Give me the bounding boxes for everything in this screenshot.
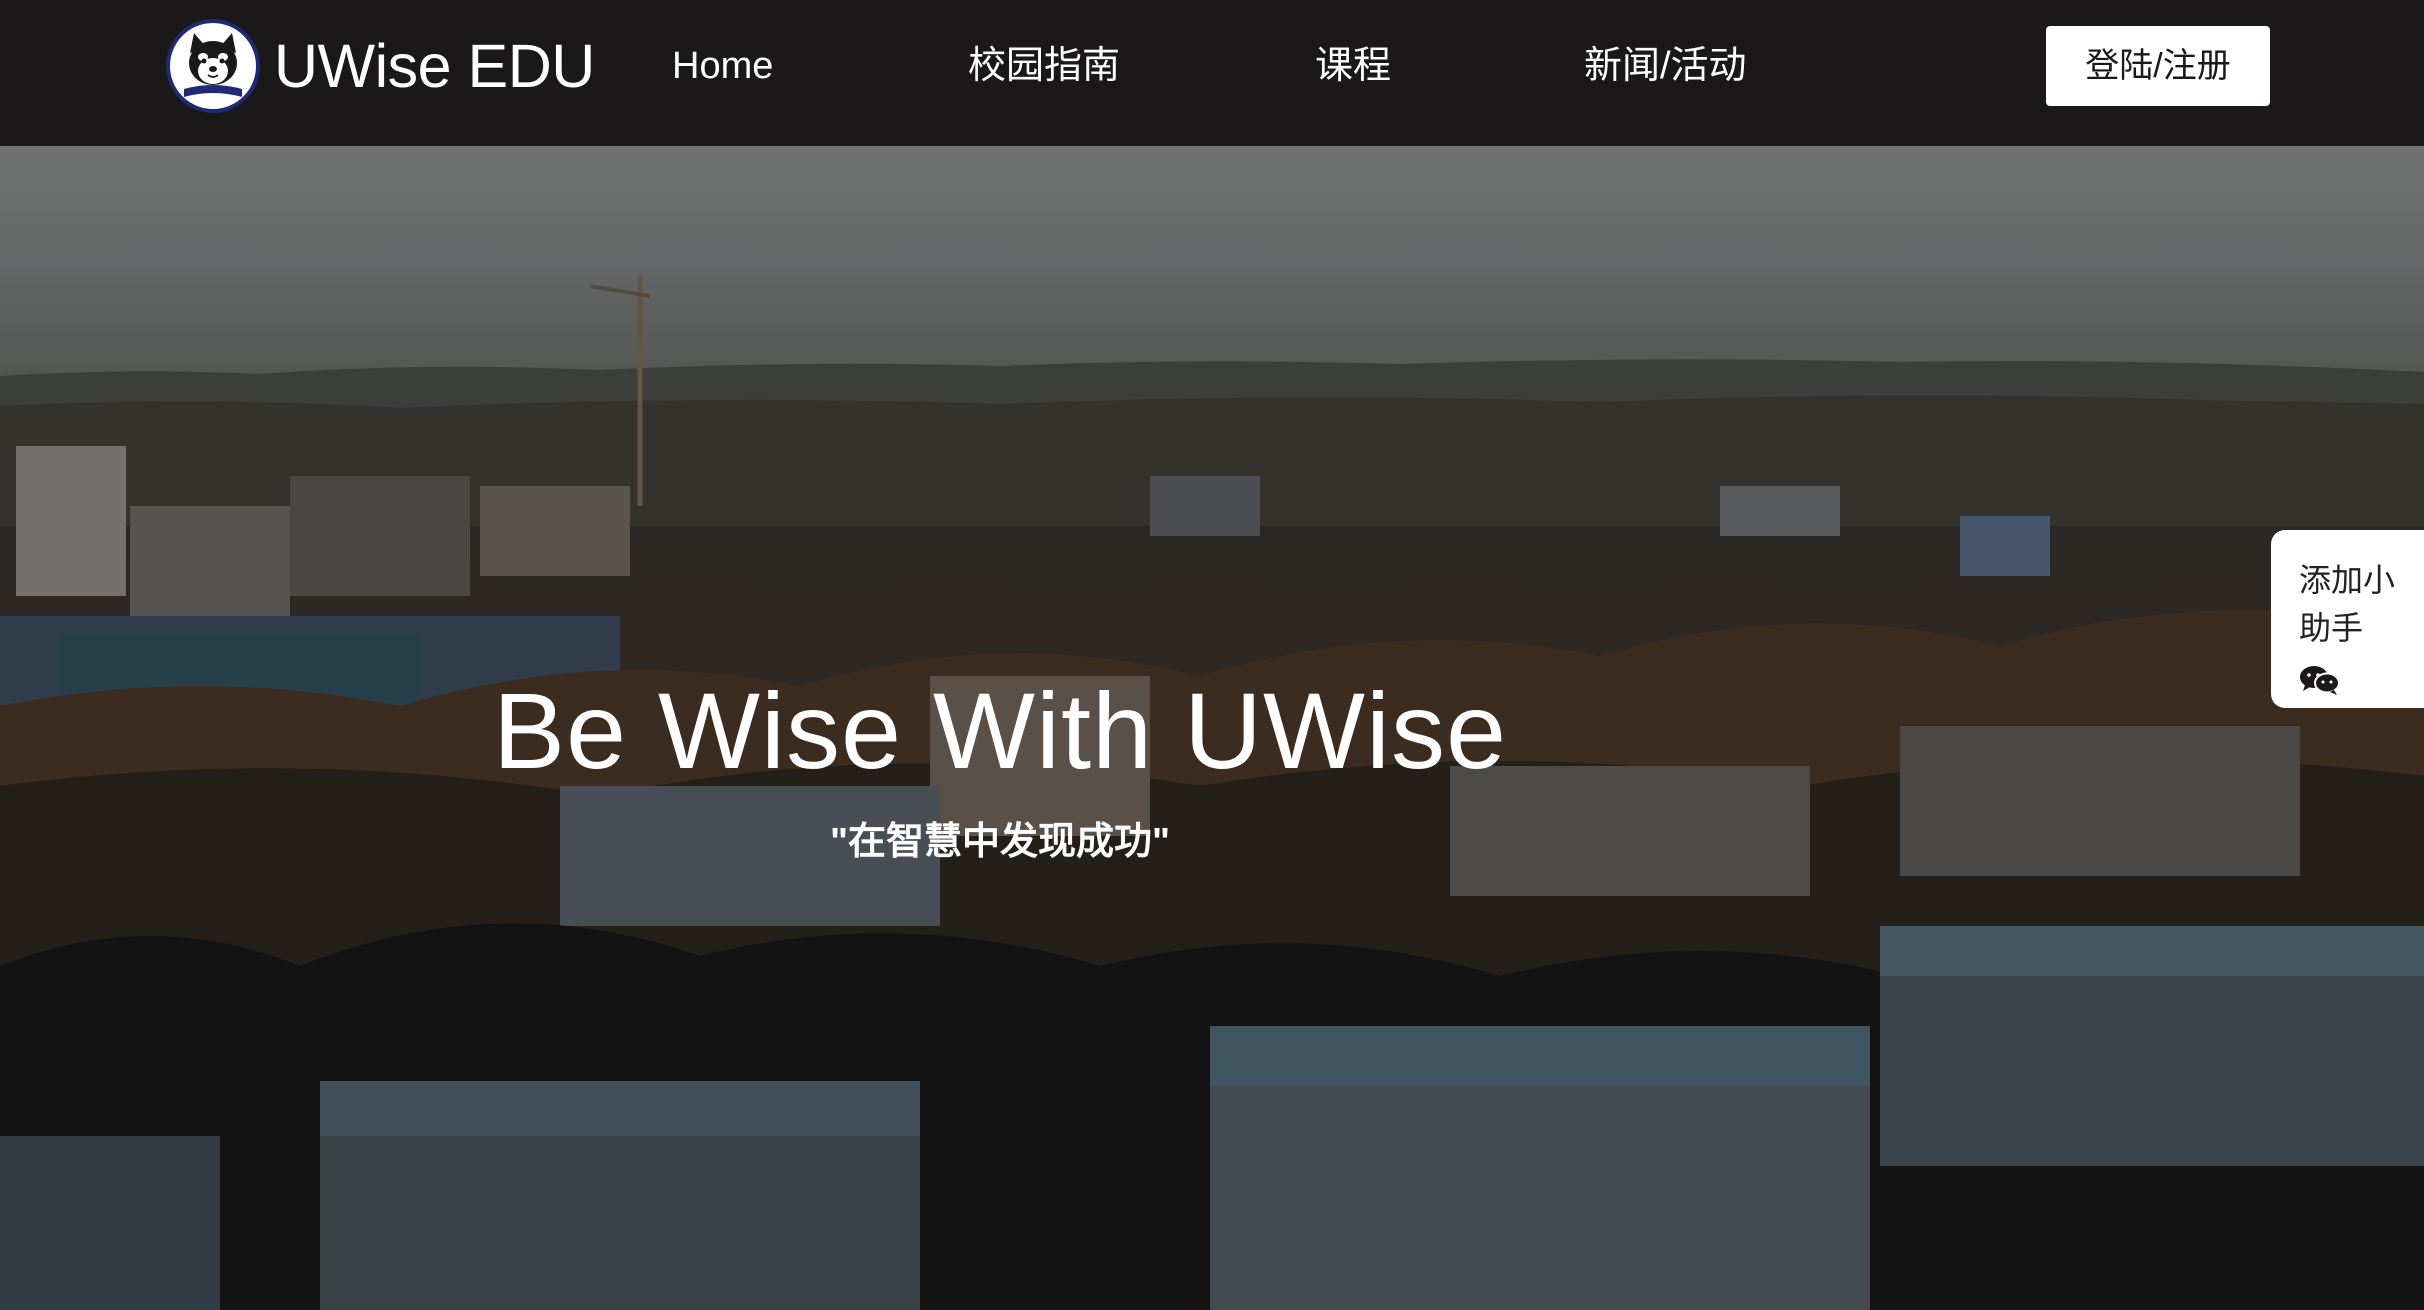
page: UWise EDU Home 校园指南 课程 新闻/活动 登陆/注册 Be Wi… [0, 0, 2424, 1310]
brand[interactable]: UWise EDU [166, 19, 595, 113]
nav-item-campus-guide[interactable]: 校园指南 [968, 38, 1120, 94]
shiba-dog-logo-icon [166, 19, 260, 113]
hero-title: Be Wise With UWise [492, 670, 1508, 791]
hero-subtitle: "在智慧中发现成功" [829, 821, 1171, 863]
add-assistant-label: 添加小助手 [2299, 562, 2396, 646]
add-assistant-widget[interactable]: 添加小助手 [2271, 530, 2424, 708]
brand-name: UWise EDU [274, 32, 595, 100]
nav-item-news-events[interactable]: 新闻/活动 [1584, 38, 1747, 94]
login-register-button[interactable]: 登陆/注册 [2046, 26, 2270, 106]
wechat-icon [2299, 664, 2341, 696]
nav-item-home[interactable]: Home [672, 38, 773, 94]
nav-item-courses[interactable]: 课程 [1315, 38, 1391, 94]
top-navbar: UWise EDU Home 校园指南 课程 新闻/活动 登陆/注册 [0, 0, 2424, 146]
hero-banner: Be Wise With UWise "在智慧中发现成功" [0, 146, 2424, 1310]
